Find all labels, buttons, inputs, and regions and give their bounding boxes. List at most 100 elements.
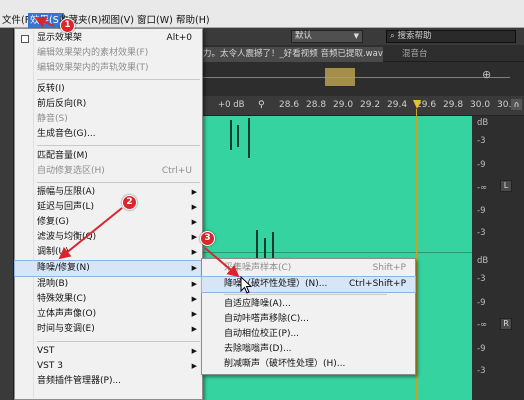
ruler-tick: 29.8 bbox=[443, 100, 464, 110]
menu-item-time-pitch[interactable]: 时间与变调(E) ▶ bbox=[15, 322, 202, 337]
menu-item-label: 编辑效果架内的素材效果(F) bbox=[37, 48, 149, 58]
submenu-item-noise-reduction-process[interactable]: 降噪（破坏性处理）(N)... Ctrl+Shift+P bbox=[201, 276, 416, 293]
submenu-arrow-icon: ▶ bbox=[191, 218, 197, 226]
scale-label: -∞ bbox=[477, 183, 488, 193]
menu-item-label: 自动相位校正(P)... bbox=[224, 329, 300, 339]
menu-item-label: 编辑效果架内的声轨效果(T) bbox=[37, 63, 149, 73]
scale-label: -3 bbox=[477, 136, 486, 146]
submenu-item-capture-noise-print[interactable]: 采集噪声样本(C) Shift+P bbox=[202, 261, 415, 276]
search-icon: ⌕ bbox=[390, 31, 395, 41]
menu-item-label: 混响(B) bbox=[37, 279, 69, 289]
submenu-arrow-icon: ▶ bbox=[191, 188, 197, 196]
menu-item-label: 音频插件管理器(P)... bbox=[37, 376, 122, 386]
menu-item-vst[interactable]: VST ▶ bbox=[15, 344, 202, 359]
menu-item-diagnostics[interactable]: 修复(G) ▶ bbox=[15, 215, 202, 230]
file-tab[interactable]: 力。太令人震撼了！_好看视频 音频已提取.wav * bbox=[200, 47, 383, 62]
submenu-arrow-icon: ▶ bbox=[191, 295, 197, 303]
menu-item-edit-clip-effects[interactable]: 编辑效果架内的素材效果(F) bbox=[15, 46, 202, 61]
menu-help[interactable]: 帮助(H) bbox=[176, 13, 210, 28]
menu-item-stereo-imagery[interactable]: 立体声声像(O) ▶ bbox=[15, 307, 202, 322]
menu-item-invert[interactable]: 反转(I) bbox=[15, 82, 202, 97]
chevron-down-icon: ▼ bbox=[353, 32, 359, 40]
ruler-tick: 29.2 bbox=[360, 100, 381, 110]
menu-item-label: 反转(I) bbox=[37, 84, 65, 94]
menu-view[interactable]: 视图(V) bbox=[101, 13, 134, 28]
menu-item-label: 采集噪声样本(C) bbox=[224, 263, 292, 273]
zoom-icon[interactable]: ⊕ bbox=[482, 68, 491, 81]
menu-item-filter-eq[interactable]: 滤波与均衡(Q) ▶ bbox=[15, 230, 202, 245]
headphone-icon[interactable]: ∩ bbox=[511, 99, 522, 110]
menu-item-shortcut: Shift+P bbox=[372, 263, 406, 273]
menu-item-label: 立体声声像(O) bbox=[37, 309, 97, 319]
waveform-peak bbox=[248, 118, 250, 158]
menubar: 文件(F) 效果(S) 收藏夹(R) 视图(V) 窗口(W) 帮助(H) bbox=[0, 0, 524, 28]
menu-item-vst3[interactable]: VST 3 ▶ bbox=[15, 359, 202, 374]
menu-item-special[interactable]: 特殊效果(C) ▶ bbox=[15, 292, 202, 307]
pin-icon[interactable]: ⚲ bbox=[258, 100, 265, 110]
menu-item-label: 时间与变调(E) bbox=[37, 324, 95, 334]
submenu-arrow-icon: ▶ bbox=[191, 280, 197, 288]
scale-label: -9 bbox=[477, 206, 486, 216]
menu-separator bbox=[37, 182, 200, 183]
menu-item-amplitude[interactable]: 振幅与压限(A) ▶ bbox=[15, 185, 202, 200]
scale-label: -9 bbox=[477, 344, 486, 354]
menu-item-show-effects-rack[interactable]: 显示效果架 Alt+0 bbox=[15, 31, 202, 46]
workspace-value: 默认 bbox=[295, 31, 313, 41]
submenu-item-auto-phase-correction[interactable]: 自动相位校正(P)... bbox=[202, 327, 415, 342]
menu-item-silence[interactable]: 静音(S) bbox=[15, 112, 202, 127]
menu-item-noise-reduction[interactable]: 降噪/修复(N) ▶ bbox=[14, 260, 203, 277]
menu-item-label: VST bbox=[37, 346, 55, 356]
submenu-arrow-icon: ▶ bbox=[191, 325, 197, 333]
menu-item-delay[interactable]: 延迟与回声(L) ▶ bbox=[15, 200, 202, 215]
menu-separator bbox=[37, 79, 200, 80]
menu-item-match-volume[interactable]: 匹配音量(M) bbox=[15, 149, 202, 164]
menu-item-auto-heal[interactable]: 自动修复选区(H) Ctrl+U bbox=[15, 164, 202, 179]
overview-line bbox=[200, 77, 510, 78]
scale-label: -9 bbox=[477, 160, 486, 170]
scale-label: -3 bbox=[477, 366, 486, 376]
menu-item-label: 滤波与均衡(Q) bbox=[37, 232, 97, 242]
menu-item-plugin-manager[interactable]: 音频插件管理器(P)... bbox=[15, 374, 202, 389]
menu-item-label: 自适应降噪(A)... bbox=[224, 299, 291, 309]
waveform-peak bbox=[237, 125, 239, 147]
playhead-marker[interactable] bbox=[413, 100, 421, 109]
workspace-select[interactable]: 默认 ▼ bbox=[291, 30, 363, 43]
scale-label: -∞ bbox=[477, 320, 488, 330]
menu-window[interactable]: 窗口(W) bbox=[137, 13, 173, 28]
menu-item-label: 削减嘶声（破坏性处理）(H)... bbox=[224, 359, 346, 369]
menu-item-label: 前后反向(R) bbox=[37, 99, 87, 109]
submenu-item-dehummer[interactable]: 去除嗡嗡声(D)... bbox=[202, 342, 415, 357]
channel-left-button[interactable]: L bbox=[500, 180, 512, 192]
submenu-item-auto-click-remover[interactable]: 自动咔嗒声移除(C)... bbox=[202, 312, 415, 327]
submenu-item-adaptive-noise-reduction[interactable]: 自适应降噪(A)... bbox=[202, 297, 415, 312]
menu-item-shortcut: Alt+0 bbox=[166, 33, 192, 43]
playhead-line bbox=[416, 109, 417, 400]
menu-item-reverb[interactable]: 混响(B) ▶ bbox=[15, 277, 202, 292]
menu-item-label: 调制(U) bbox=[37, 247, 69, 257]
submenu-arrow-icon: ▶ bbox=[191, 248, 197, 256]
menu-item-modulation[interactable]: 调制(U) ▶ bbox=[15, 245, 202, 260]
channel-right-button[interactable]: R bbox=[500, 318, 512, 330]
search-input[interactable]: ⌕ 搜索帮助 bbox=[386, 30, 516, 43]
channel-separator bbox=[200, 252, 472, 253]
submenu-arrow-icon: ▶ bbox=[191, 203, 197, 211]
menu-item-generate-tones[interactable]: 生成音色(G)... bbox=[15, 127, 202, 142]
menu-item-label: 振幅与压限(A) bbox=[37, 187, 96, 197]
waveform-overview[interactable] bbox=[200, 62, 524, 96]
scale-label: -9 bbox=[477, 298, 486, 308]
submenu-item-hiss-reduction[interactable]: 削减嘶声（破坏性处理）(H)... bbox=[202, 357, 415, 372]
overview-viewport[interactable] bbox=[325, 68, 355, 86]
scale-label: -3 bbox=[477, 274, 486, 284]
menu-item-label: 自动咔嗒声移除(C)... bbox=[224, 314, 309, 324]
menu-separator bbox=[224, 294, 387, 295]
menu-item-edit-track-effects[interactable]: 编辑效果架内的声轨效果(T) bbox=[15, 61, 202, 76]
menu-item-label: 静音(S) bbox=[37, 114, 68, 124]
menu-separator bbox=[37, 341, 200, 342]
menu-item-reverse[interactable]: 前后反向(R) bbox=[15, 97, 202, 112]
menu-item-label: 延迟与回声(L) bbox=[37, 202, 95, 212]
submenu-arrow-icon: ▶ bbox=[191, 233, 197, 241]
ruler-tick: 29.0 bbox=[333, 100, 354, 110]
tab-mixer[interactable]: 混音台 bbox=[402, 47, 428, 62]
menu-item-label: 生成音色(G)... bbox=[37, 129, 96, 139]
submenu-arrow-icon: ▶ bbox=[191, 264, 197, 272]
